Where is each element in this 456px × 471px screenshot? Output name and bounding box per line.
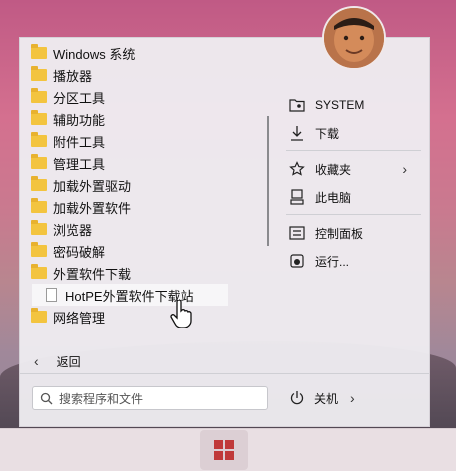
start-button[interactable] [200, 430, 248, 470]
download-icon [288, 124, 306, 142]
file-icon [46, 288, 57, 302]
program-item-load-drivers[interactable]: 加载外置驱动 [20, 174, 260, 196]
place-run[interactable]: 运行... [286, 247, 421, 275]
program-item-load-software[interactable]: 加载外置软件 [20, 196, 260, 218]
folder-icon [31, 308, 47, 323]
program-item-windows-system[interactable]: Windows 系统 [20, 42, 260, 64]
program-item-player[interactable]: 播放器 [20, 64, 260, 86]
chevron-right-icon[interactable]: › [350, 390, 355, 406]
folder-icon [31, 88, 47, 103]
back-button[interactable]: ‹ 返回 [34, 350, 81, 372]
folder-icon [31, 154, 47, 169]
star-icon [288, 160, 306, 178]
folder-icon [31, 66, 47, 81]
computer-icon [288, 188, 306, 206]
program-item-software-download[interactable]: 外置软件下载 [20, 262, 260, 284]
footer-divider [20, 373, 429, 374]
place-favorites[interactable]: 收藏夹 › [286, 155, 421, 183]
user-avatar[interactable] [322, 6, 386, 70]
program-item-admin-tools[interactable]: 管理工具 [20, 152, 260, 174]
chevron-right-icon: › [402, 161, 407, 177]
folder-icon [31, 44, 47, 59]
program-item-network[interactable]: 网络管理 [20, 306, 260, 328]
user-folder-icon [288, 96, 306, 114]
folder-icon [31, 198, 47, 213]
program-list: Windows 系统 播放器 分区工具 辅助功能 附件工具 管理工具 加载外置驱… [20, 42, 260, 328]
search-placeholder: 搜索程序和文件 [59, 391, 144, 406]
folder-icon [31, 220, 47, 235]
shutdown-button[interactable]: 关机 › [288, 386, 355, 410]
chevron-left-icon: ‹ [34, 353, 39, 369]
run-icon [288, 252, 306, 270]
place-this-pc[interactable]: 此电脑 [286, 183, 421, 211]
folder-icon [31, 176, 47, 191]
place-control-panel[interactable]: 控制面板 [286, 219, 421, 247]
search-icon [33, 392, 59, 405]
program-item-accessories[interactable]: 附件工具 [20, 130, 260, 152]
program-item-accessibility[interactable]: 辅助功能 [20, 108, 260, 130]
folder-icon [31, 242, 47, 257]
search-input[interactable]: 搜索程序和文件 [32, 386, 268, 410]
place-system[interactable]: SYSTEM [286, 91, 421, 119]
control-panel-icon [288, 224, 306, 242]
folder-icon [31, 132, 47, 147]
place-downloads[interactable]: 下载 [286, 119, 421, 147]
hand-cursor-icon [170, 299, 192, 329]
windows-logo-icon [214, 440, 234, 460]
program-item-partition-tools[interactable]: 分区工具 [20, 86, 260, 108]
program-item-password-tools[interactable]: 密码破解 [20, 240, 260, 262]
places-divider [286, 150, 421, 151]
program-item-hotpe-download-site[interactable]: HotPE外置软件下载站 [32, 284, 228, 306]
start-menu-panel: Windows 系统 播放器 分区工具 辅助功能 附件工具 管理工具 加载外置驱… [19, 37, 430, 427]
power-icon [288, 389, 306, 407]
places-panel: SYSTEM 下载 收藏夹 › 此电脑 控制面板 运行... [286, 91, 421, 275]
folder-icon [31, 264, 47, 279]
folder-icon [31, 110, 47, 125]
places-divider [286, 214, 421, 215]
list-scrollbar[interactable] [267, 116, 269, 246]
program-item-browsers[interactable]: 浏览器 [20, 218, 260, 240]
